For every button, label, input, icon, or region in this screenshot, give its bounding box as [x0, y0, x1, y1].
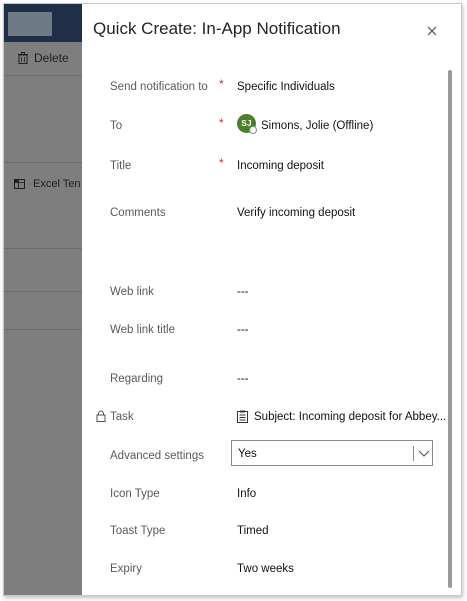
close-icon [427, 26, 437, 36]
field-comments: Comments Verify incoming deposit [82, 205, 442, 227]
task-label: Task [110, 411, 134, 423]
app-header [4, 4, 84, 42]
bg-divider [4, 329, 84, 330]
required-indicator: * [219, 156, 224, 170]
web-link-title-input[interactable]: --- [237, 322, 249, 338]
send-to-value[interactable]: Specific Individuals [237, 79, 335, 95]
field-toast-type: Toast Type Timed [82, 523, 442, 545]
web-link-label: Web link [110, 286, 154, 298]
field-web-link-title: Web link title --- [82, 322, 442, 344]
web-link-input[interactable]: --- [237, 284, 249, 300]
app-header-search [8, 12, 52, 36]
field-send-to: Send notification to * Specific Individu… [82, 77, 442, 101]
field-icon-type: Icon Type Info [82, 486, 442, 508]
to-label: To [110, 120, 123, 132]
title-label: Title [110, 160, 132, 172]
toast-type-value[interactable]: Timed [237, 523, 269, 539]
regarding-input[interactable]: --- [237, 371, 249, 387]
send-to-label: Send notification to [110, 81, 208, 93]
background-app: Delete Excel Ten [4, 4, 84, 595]
quick-create-panel: Quick Create: In-App Notification Send n… [82, 4, 461, 595]
lock-icon [96, 410, 106, 422]
bg-divider [4, 248, 84, 249]
delete-label: Delete [34, 51, 69, 65]
offline-presence-icon [249, 126, 257, 134]
advanced-settings-select[interactable]: Yes [231, 440, 433, 466]
field-title: Title * Incoming deposit [82, 156, 442, 180]
icon-type-label: Icon Type [110, 488, 160, 500]
advanced-settings-value: Yes [238, 448, 257, 460]
chevron-down-icon [418, 450, 430, 457]
required-indicator: * [219, 77, 224, 91]
select-divider [413, 446, 414, 461]
field-to: To * SJ Simons, Jolie (Offline) [82, 114, 442, 140]
expiry-label: Expiry [110, 563, 142, 575]
excel-template-command: Excel Ten [14, 178, 81, 190]
bg-divider [4, 162, 84, 163]
trash-icon [18, 52, 28, 64]
comments-input[interactable]: Verify incoming deposit [237, 205, 355, 221]
close-button[interactable] [422, 21, 442, 41]
excel-label: Excel Ten [33, 178, 81, 190]
advanced-settings-label: Advanced settings [110, 450, 204, 462]
page-title: Quick Create: In-App Notification [93, 19, 341, 38]
delete-command: Delete [18, 51, 69, 65]
to-recipient-link[interactable]: Simons, Jolie (Offline) [261, 118, 373, 134]
expiry-value[interactable]: Two weeks [237, 561, 294, 577]
clipboard-icon [237, 410, 248, 423]
screenshot-frame: Delete Excel Ten Quick Create: In-App No… [3, 3, 462, 596]
task-lookup-link[interactable]: Subject: Incoming deposit for Abbey... [254, 409, 446, 425]
field-advanced-settings: Advanced settings Yes [82, 440, 442, 470]
excel-icon [14, 179, 25, 189]
bg-divider [4, 291, 84, 292]
field-task: Task Subject: Incoming deposit for Abbey… [82, 409, 446, 431]
regarding-label: Regarding [110, 373, 164, 385]
command-bar: Delete [4, 42, 84, 76]
toast-type-label: Toast Type [110, 525, 166, 537]
field-web-link: Web link --- [82, 284, 442, 306]
title-input[interactable]: Incoming deposit [237, 158, 324, 174]
icon-type-value[interactable]: Info [237, 486, 256, 502]
field-expiry: Expiry Two weeks [82, 561, 442, 583]
scrollbar[interactable] [448, 70, 452, 588]
comments-label: Comments [110, 207, 166, 219]
required-indicator: * [219, 116, 224, 130]
field-regarding: Regarding --- [82, 371, 442, 393]
web-link-title-label: Web link title [110, 324, 175, 336]
